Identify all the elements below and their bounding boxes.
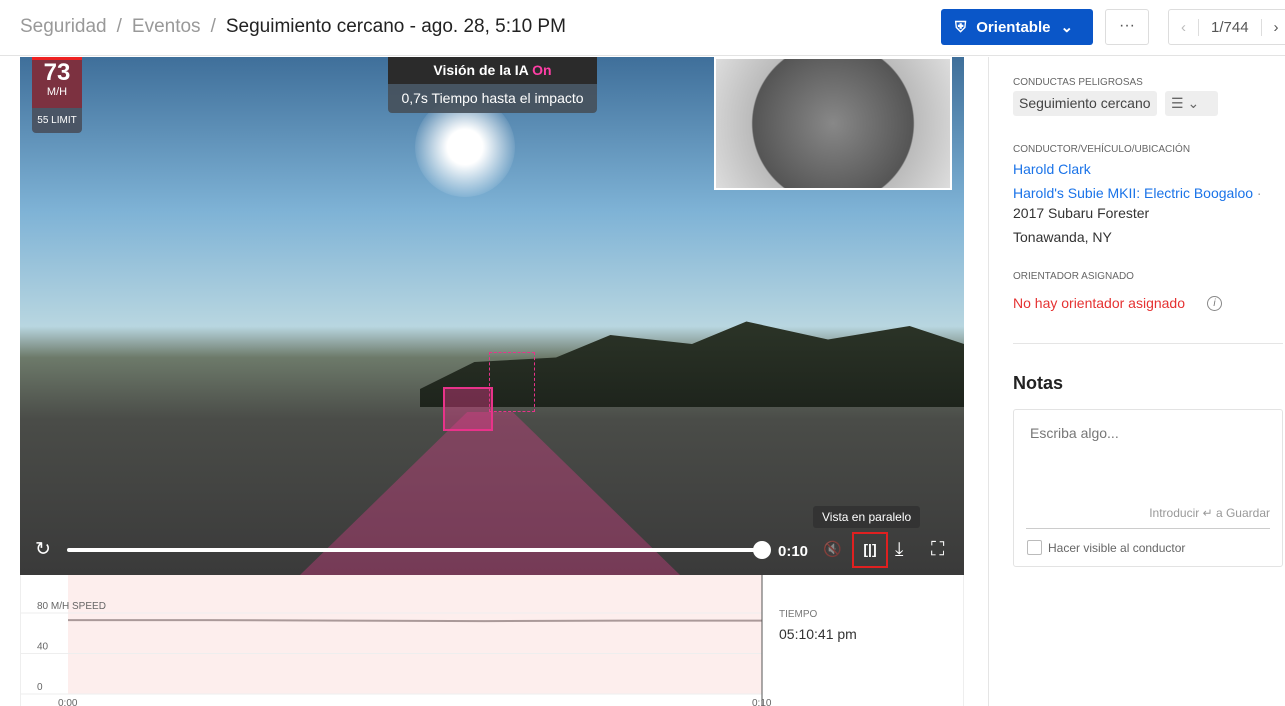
notes-hint: Introducir ↵ a Guardar (1149, 506, 1270, 520)
filter-icon: ☰ (1171, 95, 1184, 111)
video-player[interactable]: 73 M/H 55 LIMIT Visión de la IA On 0,7s T… (20, 57, 964, 575)
filter-dropdown[interactable]: ☰ ⌄ (1165, 91, 1218, 116)
coach-label: ORIENTADOR ASIGNADO (1013, 271, 1134, 282)
tooltip: Vista en paralelo (813, 506, 921, 528)
divider (1013, 343, 1283, 344)
divider (1026, 528, 1270, 529)
visible-checkbox[interactable] (1027, 540, 1042, 555)
inward-camera-inset[interactable] (714, 57, 952, 190)
mute-icon[interactable]: 🔇 (823, 539, 842, 561)
behavior-tag[interactable]: Seguimiento cercano (1013, 91, 1157, 116)
time-label: TIEMPO (779, 609, 818, 620)
x-tick-label: 0:10 (752, 698, 772, 706)
chevron-down-icon: ⌄ (1187, 95, 1200, 111)
more-button[interactable]: ··· (1105, 9, 1149, 45)
y-tick-label: 80 M/H SPEED (37, 601, 106, 612)
y-tick-label: 0 (37, 682, 43, 693)
info-icon[interactable]: i (1207, 296, 1222, 311)
progress-bar[interactable] (67, 548, 761, 552)
ai-label: Visión de la IA (433, 62, 529, 78)
progress-knob[interactable] (753, 541, 771, 559)
highlight-region (68, 575, 762, 694)
next-icon[interactable]: › (1260, 18, 1285, 36)
vehicle-model: 2017 Subaru Forester (1013, 205, 1150, 221)
separator: / (210, 16, 216, 37)
coachable-button[interactable]: ⛨ Orientable ⌄ (941, 9, 1093, 45)
side-by-side-icon[interactable]: [|] (852, 532, 888, 568)
vehicle-link[interactable]: Harold's Subie MKII: Electric Boogaloo (1013, 185, 1253, 201)
breadcrumb-seguridad[interactable]: Seguridad (20, 16, 107, 38)
driver-link[interactable]: Harold Clark (1013, 161, 1091, 177)
pager: ‹ 1/744 › (1168, 9, 1285, 45)
sidebar: CONDUCTAS PELIGROSAS Seguimiento cercano… (988, 57, 1285, 706)
vehicle-row: Harold's Subie MKII: Electric Boogaloo · (1013, 185, 1262, 201)
page-title: Seguimiento cercano - ago. 28, 5:10 PM (225, 16, 566, 37)
speed-limit: 55 LIMIT (32, 108, 82, 133)
detection-box-car (443, 387, 493, 431)
download-icon[interactable]: ⤓ (895, 539, 903, 561)
notes-placeholder: Escriba algo... (1030, 425, 1119, 441)
chevron-down-icon: ⌄ (1060, 19, 1074, 36)
time-value: 05:10:41 pm (779, 626, 857, 642)
prev-icon[interactable]: ‹ (1169, 18, 1199, 36)
driver-label: CONDUCTOR/VEHÍCULO/UBICACIÓN (1013, 144, 1191, 155)
detection-box-truck (489, 352, 535, 412)
speed-value: 73 (43, 59, 71, 86)
header: Seguridad / Eventos / Seguimiento cercano … (0, 0, 1285, 56)
ai-vision-badge: Visión de la IA On 0,7s Tiempo hasta el … (388, 57, 597, 113)
speed-badge: 73 M/H 55 LIMIT (32, 57, 82, 133)
notes-title: Notas (1013, 373, 1064, 393)
notes-input[interactable]: Escriba algo... Introducir ↵ a Guardar H… (1013, 409, 1283, 567)
impact-time: 0,7s Tiempo hasta el impacto (388, 84, 597, 113)
y-tick-label: 40 (37, 642, 49, 653)
x-tick-label: 0:00 (58, 698, 78, 706)
page-count: 1/744 (1211, 18, 1249, 36)
visible-label: Hacer visible al conductor (1048, 541, 1186, 555)
ai-state: On (532, 62, 552, 78)
speed-chart: 80 M/H SPEED 40 0 0:00 0:10 TIEMPO 05:10:41 … (20, 575, 964, 706)
speed-line (68, 619, 762, 623)
location: Tonawanda, NY (1013, 229, 1112, 245)
video-controls: ↻ 0:10 🔇 Vista en paralelo [|] ⤓ ⛶ (20, 506, 964, 575)
behaviors-label: CONDUCTAS PELIGROSAS (1013, 77, 1143, 88)
breadcrumb: Seguridad / Eventos / Seguimiento cercano … (20, 16, 566, 38)
coach-value: No hay orientador asignado (1013, 295, 1186, 311)
breadcrumb-eventos[interactable]: Eventos (132, 16, 201, 38)
shield-icon: ⛨ (955, 18, 967, 36)
separator: / (116, 16, 122, 37)
speed-unit: M/H (46, 86, 68, 98)
current-time: 0:10 (778, 543, 809, 560)
coachable-label: Orientable (976, 18, 1051, 36)
dot: · (1256, 185, 1262, 201)
fullscreen-icon[interactable]: ⛶ (931, 539, 944, 561)
replay-icon[interactable]: ↻ (35, 539, 51, 561)
